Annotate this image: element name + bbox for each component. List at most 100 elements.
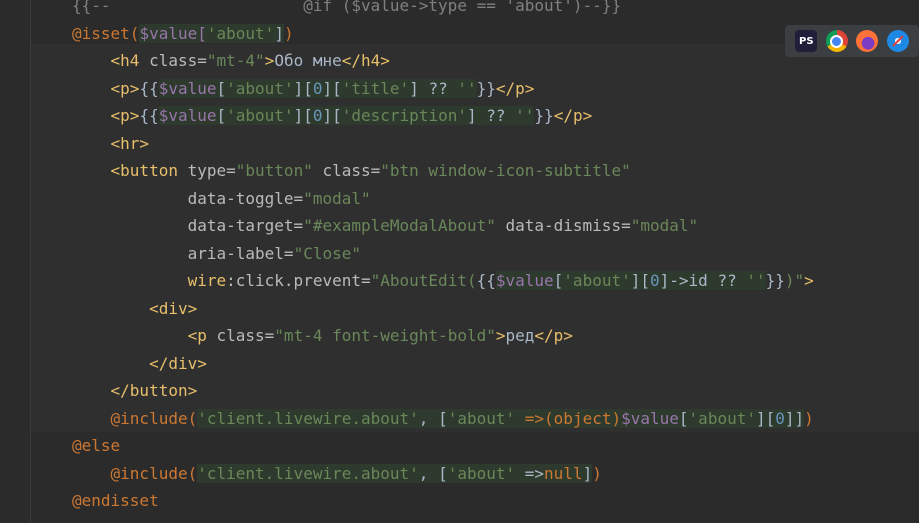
code-line-11[interactable]: <div> <box>72 295 197 323</box>
code-token: </p> <box>553 106 593 125</box>
code-token: class= <box>206 326 275 345</box>
code-line-9[interactable]: aria-label="Close" <box>72 240 361 268</box>
code-token: 0 <box>775 408 785 428</box>
code-token: , [ <box>418 408 448 428</box>
firefox-icon[interactable] <box>856 30 879 52</box>
code-token: $value <box>158 106 217 125</box>
code-token: ][ <box>322 106 342 125</box>
code-token: @else <box>72 436 121 455</box>
code-token: '' <box>746 271 766 290</box>
code-token: 'about' <box>447 408 516 428</box>
code-token: </h4> <box>341 51 390 70</box>
code-line-16[interactable]: @else <box>72 432 120 460</box>
code-token: > <box>804 271 814 290</box>
gutter-divider <box>30 0 31 523</box>
code-token: class= <box>312 161 381 180</box>
code-token: )" <box>784 271 805 290</box>
code-token: type= <box>177 161 236 180</box>
code-token: ) <box>592 463 602 483</box>
code-line-5[interactable]: <hr> <box>72 130 150 158</box>
code-token: ][ <box>293 106 313 125</box>
code-token: ] ?? <box>409 78 458 98</box>
code-token: ]] <box>784 408 805 428</box>
code-token: @if ($value->type == 'about')--}} <box>303 0 622 15</box>
code-token: data-toggle= <box>187 188 304 208</box>
code-line-3[interactable]: <p>{{$value['about'][0]['title'] ?? ''}}… <box>72 75 534 103</box>
code-token: 0 <box>650 271 660 290</box>
code-token: 'about' <box>688 408 756 428</box>
code-token: @endisset <box>72 491 159 510</box>
code-token: =>(object) <box>515 408 622 428</box>
code-line-2[interactable]: <h4 class="mt-4">Обо мне</h4> <box>72 47 390 75</box>
code-token: data-target= <box>187 216 304 235</box>
code-token: <p> <box>110 78 140 98</box>
code-line-1[interactable]: @isset($value['about']) <box>72 20 294 48</box>
code-token: > <box>495 326 506 345</box>
code-token: '' <box>515 106 535 125</box>
code-token: '' <box>457 78 477 98</box>
code-token: wire <box>187 271 227 290</box>
code-token: > <box>264 51 275 70</box>
code-line-10[interactable]: wire:click.prevent="AboutEdit({{$value[ '… <box>72 267 814 295</box>
code-token: [ <box>216 78 227 98</box>
code-token: </div> <box>149 353 207 373</box>
code-token: ) <box>804 408 814 428</box>
code-token: <h4 <box>110 51 140 70</box>
code-token: ] <box>274 23 284 43</box>
code-line-4[interactable]: <p>{{$value['about'][0]['description'] ?… <box>72 102 592 130</box>
code-line-6[interactable]: <button type="button" class="btn window-… <box>72 157 631 185</box>
code-line-17[interactable]: @include('client.livewire.about', ['abou… <box>72 460 602 488</box>
code-line-8[interactable]: data-target="#exampleModalAbout" data-di… <box>72 212 699 240</box>
code-token: class= <box>139 51 207 70</box>
chrome-icon[interactable] <box>825 30 848 52</box>
code-token: [ <box>216 106 227 125</box>
code-token: null <box>544 463 583 483</box>
code-token: :click.prevent= <box>226 271 371 290</box>
code-line-13[interactable]: </div> <box>72 350 207 378</box>
code-line-14[interactable]: </button> <box>72 377 198 405</box>
safari-icon[interactable] <box>886 30 909 52</box>
app-tray: PS <box>785 25 919 57</box>
code-line-7[interactable]: data-toggle="modal" <box>72 185 371 213</box>
code-token: @include( <box>110 408 198 428</box>
code-token: @isset( <box>72 23 140 43</box>
code-token: "modal" <box>630 216 699 235</box>
code-token: 'description' <box>341 106 467 125</box>
code-token: {{ <box>476 271 496 290</box>
code-token: "btn window-icon-subtitle" <box>380 161 631 180</box>
code-token: ред <box>505 326 535 345</box>
code-token: 'about' <box>226 78 294 98</box>
code-token: [ <box>678 408 689 428</box>
code-token: 'client.livewire.about' <box>197 408 419 428</box>
code-token: => <box>515 463 545 483</box>
code-token: "button" <box>235 161 313 180</box>
code-token: $value <box>495 271 554 290</box>
code-token: "AboutEdit( <box>370 271 477 290</box>
code-token: </p> <box>534 326 573 345</box>
phpstorm-icon[interactable]: PS <box>795 30 818 52</box>
code-token: [ <box>553 271 564 290</box>
code-token: {{ <box>139 78 159 98</box>
code-line-0[interactable]: {{-- @if ($value->type == 'about')--}} <box>72 0 621 20</box>
code-line-15[interactable]: @include('client.livewire.about', ['abou… <box>72 405 814 433</box>
code-token: 'title' <box>341 78 410 98</box>
code-token: "mt-4" <box>206 51 265 70</box>
code-line-18[interactable]: @endisset <box>72 487 159 515</box>
code-line-12[interactable]: <p class="mt-4 font-weight-bold">ред</p> <box>72 322 573 350</box>
code-token: ][ <box>630 271 650 290</box>
code-token: </button> <box>110 381 198 400</box>
code-token: ] ?? <box>466 106 516 125</box>
code-token: aria-label= <box>187 243 294 263</box>
code-token: "Close" <box>293 243 361 263</box>
